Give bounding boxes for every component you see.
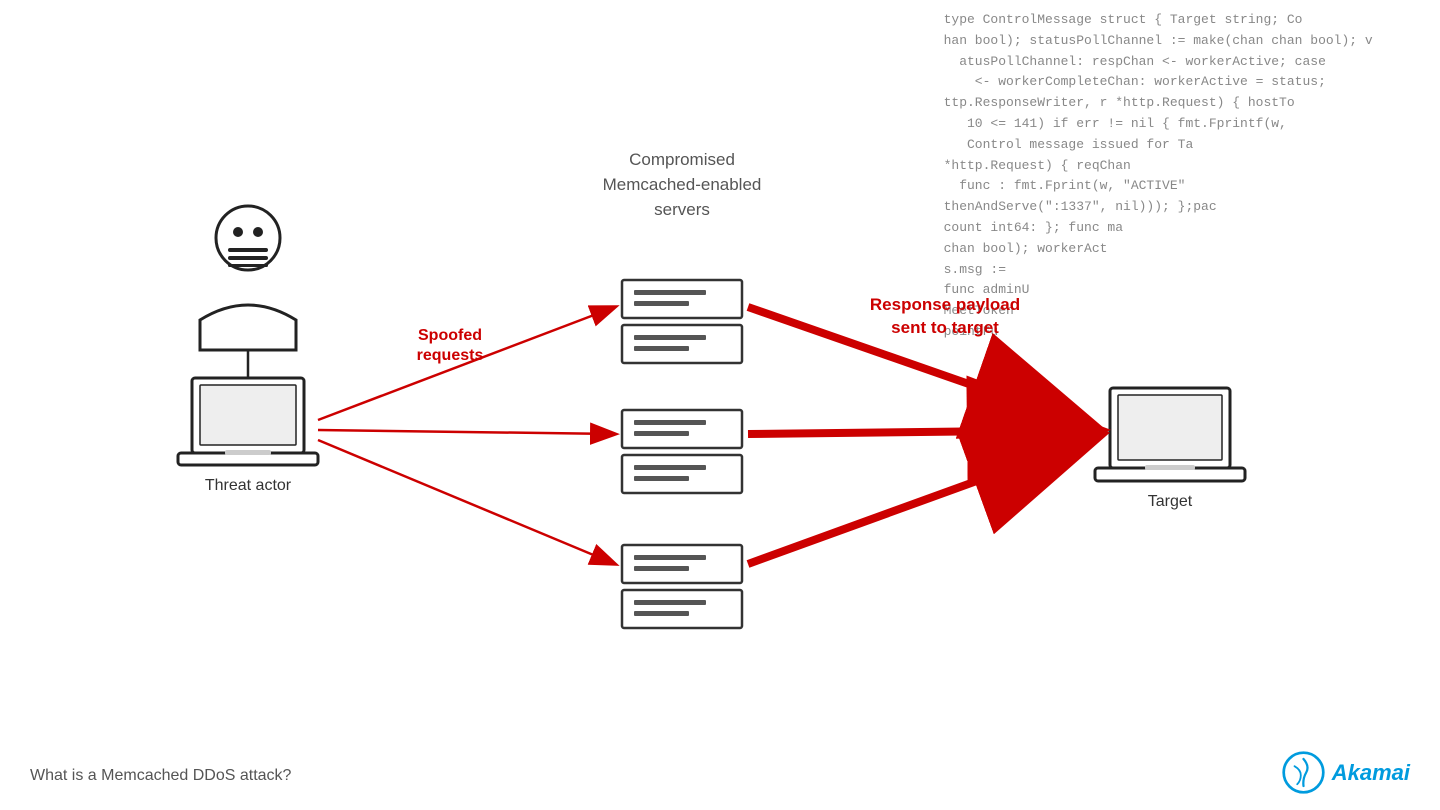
akamai-logo: Akamai: [1281, 750, 1410, 795]
svg-text:sent to target: sent to target: [891, 318, 999, 337]
svg-text:Threat actor: Threat actor: [205, 477, 292, 494]
svg-text:Target: Target: [1148, 493, 1193, 510]
code-background: type ControlMessage struct { Target stri…: [920, 0, 1440, 460]
bottom-caption: What is a Memcached DDoS attack?: [30, 767, 291, 785]
svg-text:servers: servers: [654, 200, 710, 219]
svg-text:requests: requests: [417, 347, 484, 364]
akamai-brand-text: Akamai: [1332, 760, 1410, 786]
svg-text:Compromised: Compromised: [629, 150, 735, 169]
svg-text:Spoofed: Spoofed: [418, 327, 482, 344]
svg-text:Memcached-enabled: Memcached-enabled: [603, 175, 762, 194]
svg-text:Response payload: Response payload: [870, 295, 1020, 314]
diagram-svg: Threat actor Compromised Memcached-enabl…: [0, 0, 1440, 810]
akamai-circle-icon: [1281, 750, 1326, 795]
